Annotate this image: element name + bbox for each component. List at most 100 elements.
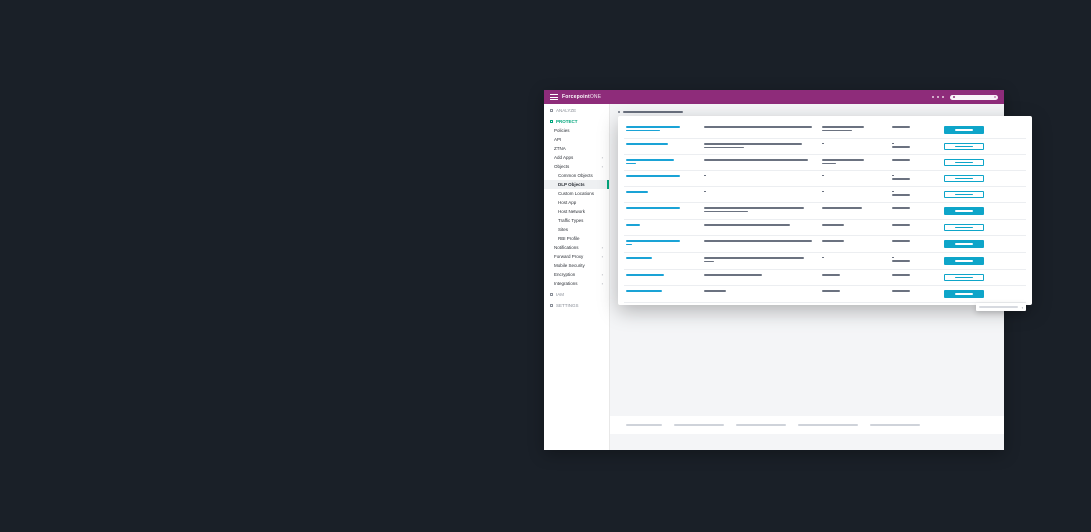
content-area: ‹ bbox=[610, 104, 1004, 450]
cell-action bbox=[944, 257, 984, 265]
cell-col3 bbox=[822, 290, 884, 292]
cell-col4 bbox=[892, 290, 936, 292]
cell-description bbox=[704, 274, 814, 276]
table-row bbox=[624, 270, 1026, 286]
nav-section-iam[interactable]: IAM bbox=[544, 288, 609, 299]
cell-description bbox=[704, 191, 814, 192]
cell-action bbox=[944, 191, 984, 198]
cell-col3 bbox=[822, 175, 884, 176]
cell-col4 bbox=[892, 143, 936, 148]
cell-col4 bbox=[892, 159, 936, 161]
nav-notifications[interactable]: Notifications› bbox=[544, 243, 609, 252]
nav-section-settings[interactable]: SETTINGS bbox=[544, 299, 609, 310]
cell-col3 bbox=[822, 257, 884, 258]
cell-name bbox=[626, 159, 696, 164]
cell-col4 bbox=[892, 175, 936, 180]
table-row bbox=[624, 203, 1026, 220]
cell-name bbox=[626, 143, 696, 145]
cell-action bbox=[944, 207, 984, 215]
cell-col4 bbox=[892, 224, 936, 226]
cell-description bbox=[704, 240, 814, 242]
nav-section-analyze[interactable]: ANALYZE bbox=[544, 104, 609, 115]
cell-col4 bbox=[892, 191, 936, 196]
nav-encryption[interactable]: Encryption› bbox=[544, 270, 609, 279]
nav-add-apps[interactable]: Add Apps› bbox=[544, 153, 609, 162]
row-action-button[interactable] bbox=[944, 191, 984, 198]
row-action-button[interactable] bbox=[944, 126, 984, 134]
row-action-button[interactable] bbox=[944, 143, 984, 150]
cell-description bbox=[704, 175, 814, 176]
cell-description bbox=[704, 143, 814, 148]
cell-col3 bbox=[822, 143, 884, 144]
row-action-button[interactable] bbox=[944, 207, 984, 215]
brand-name: ForcepointONE bbox=[562, 94, 601, 100]
cell-description bbox=[704, 126, 814, 128]
cell-name bbox=[626, 191, 696, 193]
pagination[interactable]: ‹ bbox=[976, 303, 1026, 311]
cell-description bbox=[704, 224, 814, 226]
nav-sites[interactable]: Sites bbox=[544, 225, 609, 234]
cell-col4 bbox=[892, 240, 936, 242]
cell-col3 bbox=[822, 191, 884, 192]
row-action-button[interactable] bbox=[944, 240, 984, 248]
row-action-button[interactable] bbox=[944, 175, 984, 182]
cell-name bbox=[626, 224, 696, 226]
cell-name bbox=[626, 126, 696, 131]
nav-host-app[interactable]: Host App bbox=[544, 198, 609, 207]
sidebar: ANALYZE PROTECT Policies API ZTNA Add Ap… bbox=[544, 104, 610, 450]
cell-col3 bbox=[822, 224, 884, 226]
cell-col4 bbox=[892, 274, 936, 276]
cell-action bbox=[944, 175, 984, 182]
cell-description bbox=[704, 257, 814, 262]
nav-rbi-profile[interactable]: RBI Profile bbox=[544, 234, 609, 243]
row-action-button[interactable] bbox=[944, 290, 984, 298]
nav-policies[interactable]: Policies bbox=[544, 126, 609, 135]
chevron-left-icon[interactable]: ‹ bbox=[1022, 305, 1023, 310]
table-row bbox=[624, 139, 1026, 155]
cell-name bbox=[626, 290, 696, 292]
cell-col4 bbox=[892, 207, 936, 209]
app-window: ForcepointONE ANALYZE PROTECT Policies A… bbox=[544, 90, 1004, 450]
row-action-button[interactable] bbox=[944, 159, 984, 166]
cell-name bbox=[626, 274, 696, 276]
table-row bbox=[624, 236, 1026, 253]
cell-action bbox=[944, 143, 984, 150]
row-action-button[interactable] bbox=[944, 257, 984, 265]
nav-common-objects[interactable]: Common Objects bbox=[544, 171, 609, 180]
titlebar: ForcepointONE bbox=[544, 90, 1004, 104]
cell-description bbox=[704, 290, 814, 292]
hamburger-icon[interactable] bbox=[550, 94, 558, 100]
cell-action bbox=[944, 274, 984, 281]
cell-name bbox=[626, 257, 696, 259]
user-pill[interactable] bbox=[950, 95, 998, 100]
row-action-button[interactable] bbox=[944, 224, 984, 231]
nav-objects[interactable]: Objects› bbox=[544, 162, 609, 171]
data-table-panel: ‹ bbox=[618, 116, 1032, 305]
nav-custom-locations[interactable]: Custom Locations bbox=[544, 189, 609, 198]
cell-col3 bbox=[822, 159, 884, 164]
nav-ztna[interactable]: ZTNA bbox=[544, 144, 609, 153]
cell-name bbox=[626, 207, 696, 209]
cell-col4 bbox=[892, 257, 936, 262]
cell-col3 bbox=[822, 207, 884, 209]
table-row bbox=[624, 155, 1026, 171]
nav-dlp-objects[interactable]: DLP Objects bbox=[544, 180, 609, 189]
cell-action bbox=[944, 224, 984, 231]
nav-api[interactable]: API bbox=[544, 135, 609, 144]
cell-col3 bbox=[822, 274, 884, 276]
nav-mobile-security[interactable]: Mobile Security bbox=[544, 261, 609, 270]
nav-integrations[interactable]: Integrations› bbox=[544, 279, 609, 288]
nav-section-protect[interactable]: PROTECT bbox=[544, 115, 609, 126]
row-action-button[interactable] bbox=[944, 274, 984, 281]
cell-action bbox=[944, 240, 984, 248]
cell-name bbox=[626, 240, 696, 245]
cell-action bbox=[944, 159, 984, 166]
nav-traffic-types[interactable]: Traffic Types bbox=[544, 216, 609, 225]
breadcrumb bbox=[610, 108, 1004, 116]
footer-bar bbox=[610, 416, 1004, 434]
table-row bbox=[624, 220, 1026, 236]
header-actions[interactable] bbox=[932, 96, 944, 98]
nav-forward-proxy[interactable]: Forward Proxy› bbox=[544, 252, 609, 261]
nav-host-network[interactable]: Host Network bbox=[544, 207, 609, 216]
cell-action bbox=[944, 126, 984, 134]
